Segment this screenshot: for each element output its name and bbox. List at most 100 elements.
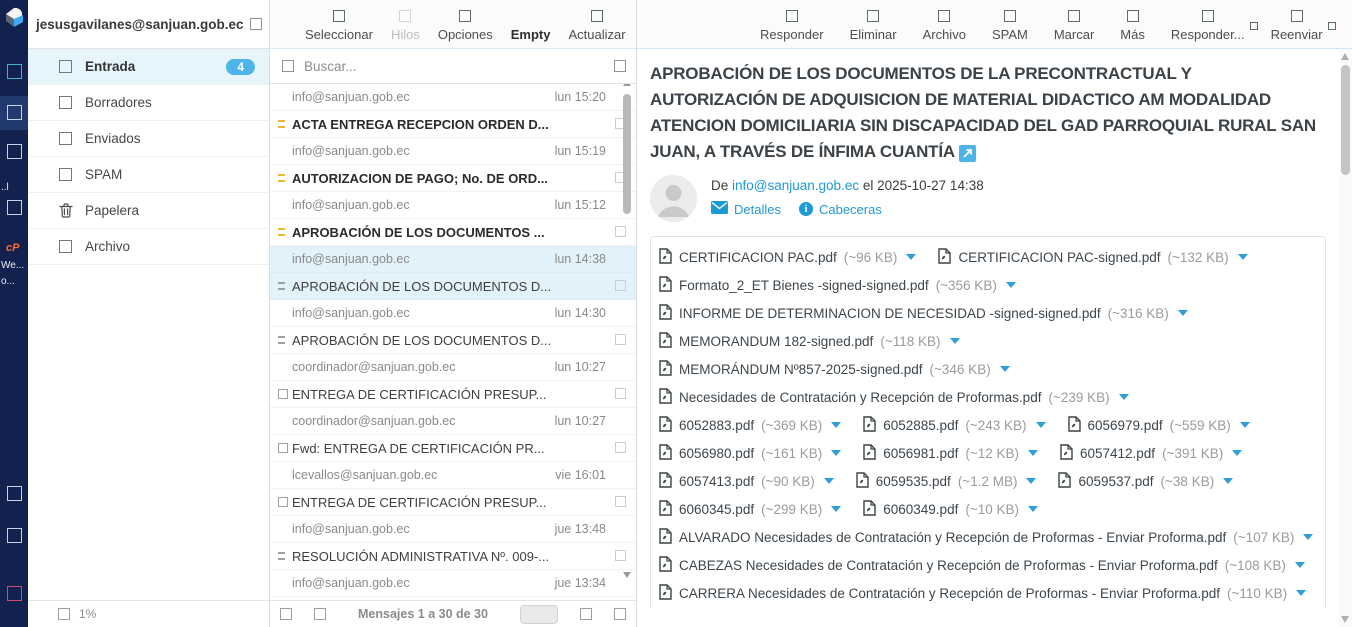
- attachment-menu-caret-icon[interactable]: [1006, 282, 1016, 288]
- dropdown-caret-icon[interactable]: [1328, 22, 1336, 30]
- page-number-input[interactable]: [520, 605, 558, 624]
- attachment-item[interactable]: CABEZAS Necesidades de Contratación y Re…: [659, 556, 1305, 575]
- toolbar-button-marcar[interactable]: Marcar: [1049, 10, 1099, 42]
- open-in-new-window-icon[interactable]: [959, 145, 976, 162]
- attachment-name[interactable]: 6056979.pdf: [1088, 418, 1163, 433]
- message-row[interactable]: info@sanjuan.gob.ecjue 13:34: [270, 570, 636, 597]
- attachment-menu-caret-icon[interactable]: [1036, 422, 1046, 428]
- toolbar-button-archivo[interactable]: Archivo: [918, 10, 971, 42]
- attachment-item[interactable]: INFORME DE DETERMINACION DE NECESIDAD -s…: [659, 304, 1188, 323]
- attachment-name[interactable]: MEMORÁNDUM Nº857-2025-signed.pdf: [679, 362, 923, 377]
- account-collapse-icon[interactable]: [250, 18, 262, 30]
- search-options-icon[interactable]: [614, 60, 626, 72]
- attachment-name[interactable]: 6060349.pdf: [883, 502, 958, 517]
- message-row[interactable]: info@sanjuan.gob.eclun 15:12APROBACIÓN D…: [270, 192, 636, 246]
- toolbar-button-responder[interactable]: Responder: [755, 10, 829, 42]
- cabeceras-link[interactable]: iCabeceras: [799, 202, 882, 217]
- message-row[interactable]: info@sanjuan.gob.eclun 15:19AUTORIZACION…: [270, 138, 636, 192]
- scroll-down-icon[interactable]: [623, 572, 631, 578]
- rail-logout-icon[interactable]: [7, 586, 22, 601]
- toolbar-button-spam[interactable]: SPAM: [987, 10, 1033, 42]
- folder-item-archivo[interactable]: Archivo: [28, 229, 269, 265]
- toolbar-button-eliminar[interactable]: Eliminar: [845, 10, 902, 42]
- attachment-menu-caret-icon[interactable]: [950, 338, 960, 344]
- toolbar-button-reenviar[interactable]: Reenviar: [1266, 10, 1328, 42]
- attachment-menu-caret-icon[interactable]: [1223, 478, 1233, 484]
- attachment-item[interactable]: 6057413.pdf(~90 KB): [659, 472, 834, 491]
- reading-scrollbar-thumb[interactable]: [1341, 65, 1350, 175]
- prev-page-icon[interactable]: [314, 608, 326, 620]
- attachment-item[interactable]: 6060349.pdf(~10 KB): [863, 500, 1038, 519]
- rail-lower-icon-2[interactable]: [7, 528, 22, 543]
- rail-lower-icon-1[interactable]: [7, 486, 22, 501]
- message-row[interactable]: info@sanjuan.gob.eclun 15:20ACTA ENTREGA…: [270, 84, 636, 138]
- attachment-menu-caret-icon[interactable]: [1303, 534, 1313, 540]
- attachment-item[interactable]: Necesidades de Contratación y Recepción …: [659, 388, 1129, 407]
- attachment-item[interactable]: CARRERA Necesidades de Contratación y Re…: [659, 584, 1306, 603]
- attachment-name[interactable]: CARRERA Necesidades de Contratación y Re…: [679, 586, 1220, 601]
- message-row[interactable]: coordinador@sanjuan.gob.eclun 10:27Fwd: …: [270, 408, 636, 462]
- attachment-item[interactable]: 6052883.pdf(~369 KB): [659, 416, 841, 435]
- account-header[interactable]: jesusgavilanes@sanjuan.gob.ec: [28, 0, 269, 49]
- message-row[interactable]: info@sanjuan.gob.eclun 14:38APROBACIÓN D…: [270, 246, 636, 300]
- attachment-item[interactable]: MEMORÁNDUM Nº857-2025-signed.pdf(~346 KB…: [659, 360, 1010, 379]
- rail-mail-item[interactable]: [0, 96, 28, 130]
- message-row[interactable]: info@sanjuan.gob.ecjue 13:48RESOLUCIÓN A…: [270, 516, 636, 570]
- reading-scrollbar[interactable]: [1339, 49, 1352, 627]
- attachment-name[interactable]: MEMORANDUM 182-signed.pdf: [679, 334, 873, 349]
- attachment-name[interactable]: 6057413.pdf: [679, 474, 754, 489]
- attachment-menu-caret-icon[interactable]: [1240, 422, 1250, 428]
- rail-calendar-icon[interactable]: [7, 144, 22, 159]
- attachment-name[interactable]: 6056981.pdf: [883, 446, 958, 461]
- attachment-name[interactable]: 6059537.pdf: [1078, 474, 1153, 489]
- attachment-name[interactable]: 6060345.pdf: [679, 502, 754, 517]
- attachment-item[interactable]: 6056980.pdf(~161 KB): [659, 444, 841, 463]
- folder-item-borradores[interactable]: Borradores: [28, 85, 269, 121]
- attachment-name[interactable]: 6059535.pdf: [876, 474, 951, 489]
- rail-settings-icon[interactable]: [7, 200, 22, 215]
- attachment-menu-caret-icon[interactable]: [1026, 478, 1036, 484]
- dropdown-caret-icon[interactable]: [1250, 22, 1258, 30]
- attachment-name[interactable]: 6056980.pdf: [679, 446, 754, 461]
- attachment-name[interactable]: INFORME DE DETERMINACION DE NECESIDAD -s…: [679, 306, 1101, 321]
- attachment-menu-caret-icon[interactable]: [824, 478, 834, 484]
- message-row[interactable]: info@sanjuan.gob.eclun 14:30APROBACIÓN D…: [270, 300, 636, 354]
- attachment-item[interactable]: 6056979.pdf(~559 KB): [1068, 416, 1250, 435]
- attachment-menu-caret-icon[interactable]: [906, 254, 916, 260]
- sender-email-link[interactable]: info@sanjuan.gob.ec: [732, 178, 859, 193]
- first-page-icon[interactable]: [280, 608, 292, 620]
- detalles-link[interactable]: Detalles: [711, 201, 781, 217]
- toolbar-button-ms[interactable]: Más: [1115, 10, 1150, 42]
- toolbar-button-seleccionar[interactable]: Seleccionar: [300, 10, 378, 42]
- attachment-item[interactable]: 6056981.pdf(~12 KB): [863, 444, 1038, 463]
- list-scrollbar[interactable]: [622, 84, 633, 600]
- attachment-menu-caret-icon[interactable]: [831, 450, 841, 456]
- attachment-menu-caret-icon[interactable]: [1028, 450, 1038, 456]
- attachment-name[interactable]: ALVARADO Necesidades de Contratación y R…: [679, 530, 1226, 545]
- search-icon[interactable]: [282, 60, 294, 72]
- attachment-menu-caret-icon[interactable]: [1238, 254, 1248, 260]
- toolbar-button-actualizar[interactable]: Actualizar: [564, 10, 631, 42]
- folder-item-entrada[interactable]: Entrada4: [28, 49, 269, 85]
- attachment-menu-caret-icon[interactable]: [1119, 394, 1129, 400]
- folder-item-spam[interactable]: SPAM: [28, 157, 269, 193]
- attachment-menu-caret-icon[interactable]: [831, 506, 841, 512]
- attachment-item[interactable]: ALVARADO Necesidades de Contratación y R…: [659, 528, 1313, 547]
- attachment-item[interactable]: 6052885.pdf(~243 KB): [863, 416, 1045, 435]
- toolbar-button-hilos[interactable]: Hilos: [386, 10, 425, 42]
- attachment-item[interactable]: CERTIFICACION PAC.pdf(~96 KB): [659, 248, 916, 267]
- search-bar[interactable]: Buscar...: [270, 49, 636, 84]
- attachment-item[interactable]: CERTIFICACION PAC-signed.pdf(~132 KB): [938, 248, 1247, 267]
- search-input[interactable]: Buscar...: [304, 59, 604, 74]
- toolbar-button-opciones[interactable]: Opciones: [433, 10, 498, 42]
- attachment-menu-caret-icon[interactable]: [1178, 310, 1188, 316]
- scroll-up-icon[interactable]: [623, 84, 631, 86]
- rail-contacts-icon[interactable]: [7, 64, 22, 79]
- attachment-menu-caret-icon[interactable]: [1295, 562, 1305, 568]
- toolbar-button-responder[interactable]: Responder...: [1166, 10, 1250, 42]
- attachment-menu-caret-icon[interactable]: [1296, 590, 1306, 596]
- cpanel-logo-icon[interactable]: cP: [6, 242, 19, 254]
- attachment-menu-caret-icon[interactable]: [1028, 506, 1038, 512]
- next-page-icon[interactable]: [580, 608, 592, 620]
- attachment-item[interactable]: 6057412.pdf(~391 KB): [1060, 444, 1242, 463]
